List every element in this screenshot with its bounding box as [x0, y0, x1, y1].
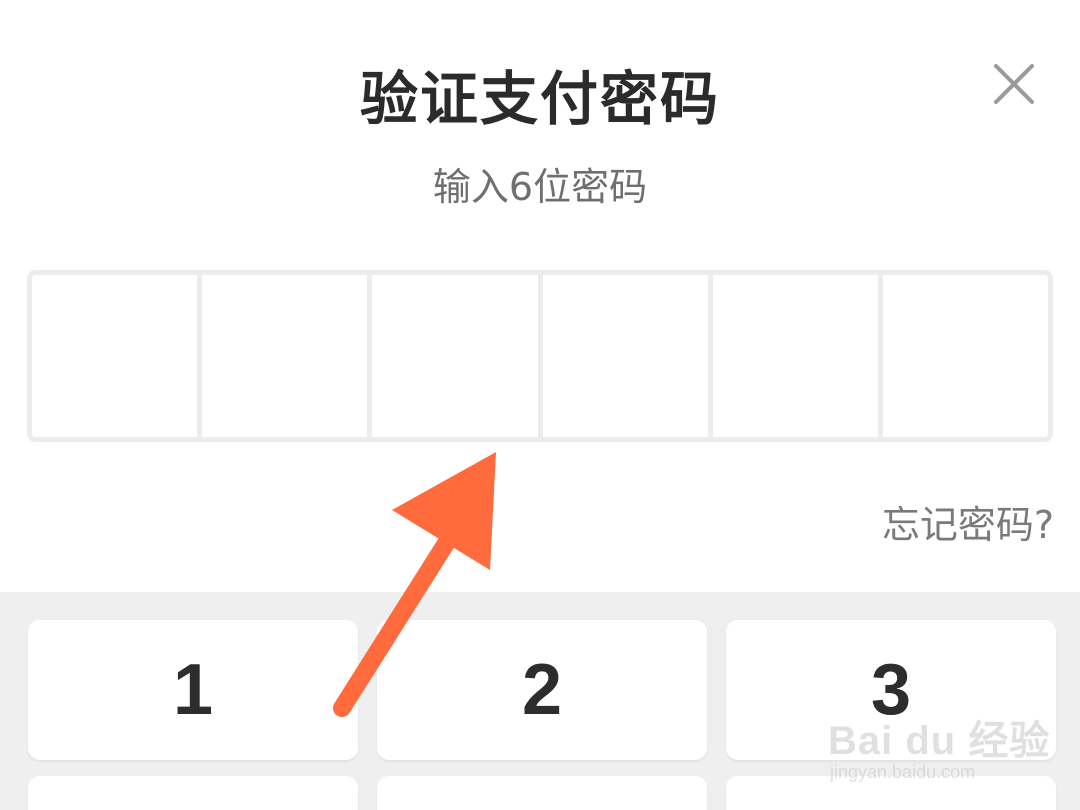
pin-cell-4[interactable] — [543, 275, 713, 437]
pin-cell-6[interactable] — [883, 275, 1048, 437]
key-4[interactable] — [28, 776, 358, 810]
pin-cell-5[interactable] — [713, 275, 883, 437]
pin-cell-2[interactable] — [202, 275, 373, 437]
pin-cell-1[interactable] — [32, 275, 203, 437]
payment-password-dialog: 验证支付密码 输入6位密码 忘记密码? — [0, 0, 1080, 592]
key-1[interactable]: 1 — [28, 620, 358, 760]
key-2[interactable]: 2 — [377, 620, 707, 760]
dialog-subtitle: 输入6位密码 — [432, 165, 648, 209]
watermark-logo: Bai du 经验 — [828, 719, 1051, 763]
watermark-url: jingyan.baidu.com — [830, 762, 976, 782]
close-button[interactable] — [986, 56, 1042, 112]
close-icon — [994, 64, 1034, 104]
baidu-jingyan-watermark: Bai du 经验 jingyan.baidu.com — [828, 700, 1068, 790]
dialog-title: 验证支付密码 — [359, 65, 720, 133]
key-5[interactable] — [377, 776, 707, 810]
pin-input[interactable] — [27, 270, 1053, 442]
forgot-password-link[interactable]: 忘记密码? — [882, 494, 1054, 549]
pin-cell-3[interactable] — [372, 275, 543, 437]
